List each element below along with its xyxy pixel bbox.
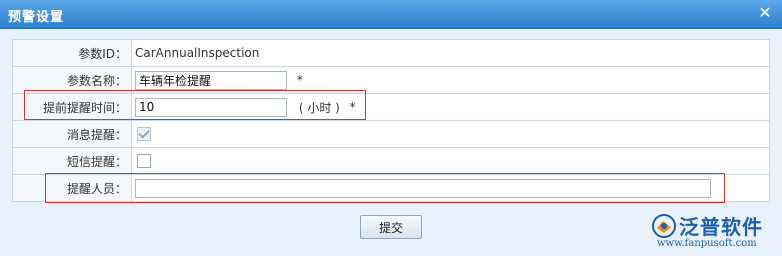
param-name-input[interactable] [135, 70, 287, 90]
row-reminder-people: 提醒人员： [12, 174, 770, 202]
message-reminder-label: 消息提醒： [12, 120, 132, 148]
logo-name: 泛普软件 [679, 215, 763, 239]
row-param-name: 参数名称： * [12, 66, 770, 94]
logo-icon [652, 214, 676, 238]
fanpu-logo: 泛普软件 www.fanpusoft.com [651, 209, 779, 255]
submit-button[interactable]: 提交 [360, 215, 422, 239]
dialog-title: 预警设置 [8, 10, 65, 25]
param-name-label: 参数名称： [12, 66, 132, 94]
dialog-content: 参数ID： CarAnnualInspection 参数名称： * 提前提醒时间… [0, 29, 782, 256]
row-message-reminder: 消息提醒： [12, 120, 770, 148]
dialog-titlebar: 预警设置 ✕ [0, 0, 782, 29]
param-id-value: CarAnnualInspection [135, 46, 260, 60]
logo-url: www.fanpusoft.com [657, 238, 757, 249]
row-advance-time: 提前提醒时间： ( 小时 ) * [12, 93, 770, 121]
reminder-people-label: 提醒人员： [12, 174, 132, 202]
reminder-people-input[interactable] [135, 178, 711, 198]
advance-time-label: 提前提醒时间： [12, 93, 132, 121]
row-param-id: 参数ID： CarAnnualInspection [12, 39, 770, 67]
settings-form: 参数ID： CarAnnualInspection 参数名称： * 提前提醒时间… [12, 39, 770, 202]
advance-time-unit: ( 小时 ) [298, 100, 340, 115]
sms-reminder-label: 短信提醒： [12, 147, 132, 175]
sms-reminder-checkbox[interactable] [137, 154, 151, 169]
advance-time-input[interactable] [135, 97, 287, 117]
advance-time-required-mark: * [349, 100, 356, 114]
param-name-required-mark: * [296, 73, 303, 87]
row-sms-reminder: 短信提醒： [12, 147, 770, 175]
close-icon[interactable]: ✕ [756, 4, 774, 22]
param-id-label: 参数ID： [12, 39, 132, 67]
message-reminder-checkbox[interactable] [137, 127, 151, 142]
